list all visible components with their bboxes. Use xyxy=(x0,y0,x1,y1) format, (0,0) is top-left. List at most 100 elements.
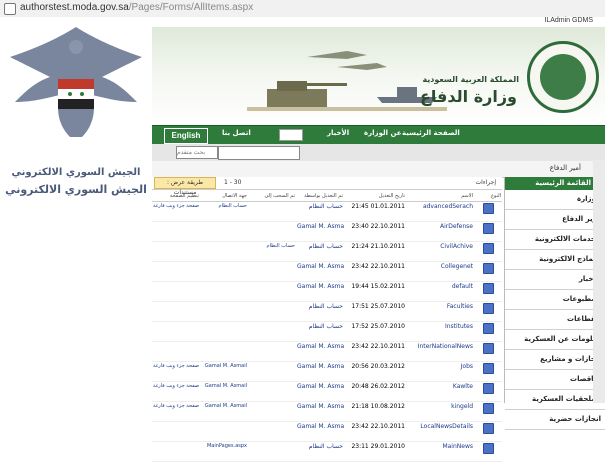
cell-by: حساب النظام xyxy=(296,321,344,342)
logo-caption-arc: الجيش السوري الالكتروني xyxy=(11,167,141,178)
nav-news[interactable]: الأخبار xyxy=(327,129,349,137)
english-button[interactable]: English xyxy=(164,128,208,144)
cell-date: 19:44 15.02.2011 xyxy=(344,281,406,302)
cell-date: 23:42 22.10.2011 xyxy=(344,341,406,362)
table-row[interactable]: صفحة جزء ويب فارغة Gamal M. Asmail Gamal M… xyxy=(152,381,502,402)
cell-name[interactable]: AirDefense xyxy=(406,221,474,242)
menu-item[interactable]: معلومات عن العسكرية xyxy=(505,330,605,350)
cell-type xyxy=(474,321,502,342)
cell-checked xyxy=(248,221,296,242)
eagle-emblem-icon xyxy=(10,27,142,137)
nav-search-box[interactable] xyxy=(279,129,303,141)
table-row[interactable]: Gamal M. Asmail 23:42 22.10.2011 LocalNews… xyxy=(152,421,502,442)
cell-name[interactable]: default xyxy=(406,281,474,302)
page-title: وزارة الدفاع xyxy=(419,87,517,106)
cell-by: حساب النظام xyxy=(296,301,344,322)
cell-by: حساب النظام xyxy=(296,201,344,222)
menu-item[interactable]: انجازات حضرية xyxy=(505,410,605,430)
menu-item[interactable]: المطبوعات xyxy=(505,290,605,310)
cell-by: حساب النظام xyxy=(296,241,344,262)
cell-by: Gamal M. Asmail xyxy=(296,381,344,402)
menu-item[interactable]: الأخبار xyxy=(505,270,605,290)
cell-date: 20:56 20.03.2012 xyxy=(344,361,406,382)
cell-layout xyxy=(152,281,200,302)
cell-name[interactable]: CivilAchive xyxy=(406,241,474,262)
table-row[interactable]: صفحة جزء ويب فارغة Gamal M. Asmail Gamal M… xyxy=(152,401,502,422)
nav-home[interactable]: الصفحة الرئيسية xyxy=(402,129,460,137)
menu-item[interactable]: وزير الدفاع xyxy=(505,210,605,230)
header-banner: المملكة العربية السعودية وزارة الدفاع xyxy=(152,27,605,125)
nav-contact[interactable]: اتصل بنا xyxy=(222,129,251,137)
table-row[interactable]: Gamal M. Asmail 23:42 22.10.2011 InterNati… xyxy=(152,341,502,362)
cell-type xyxy=(474,301,502,322)
menu-item[interactable]: النماذج الالكترونية xyxy=(505,250,605,270)
table-row[interactable]: حساب النظام 17:52 25.07.2010 Institutes xyxy=(152,321,502,342)
menu-item[interactable]: الوزارة xyxy=(505,190,605,210)
table-row[interactable]: صفحة جزء ويب فارغة Gamal M. Asmail Gamal M… xyxy=(152,361,502,382)
search-field[interactable] xyxy=(218,146,300,160)
cell-name[interactable]: advancedSerach xyxy=(406,201,474,222)
cell-name[interactable]: Kawlte xyxy=(406,381,474,402)
menu-item[interactable]: الملحقيات العسكرية xyxy=(505,390,605,410)
menu-item[interactable]: الخدمات الالكترونية xyxy=(505,230,605,250)
cell-contact xyxy=(200,241,248,262)
cell-name[interactable]: MainNews xyxy=(406,441,474,462)
table-row[interactable]: Gamal M. Asmail 23:40 22.10.2011 AirDefens… xyxy=(152,221,502,242)
menu-heading: القائمة الرئيسية xyxy=(505,177,605,190)
column-header[interactable]: تاريخ التعديل xyxy=(344,190,406,202)
search-input[interactable] xyxy=(176,146,218,159)
paging[interactable]: 1 - 30 xyxy=(224,179,241,186)
table-row[interactable]: حساب النظام حساب النظام 21:24 21.10.2011 Ci… xyxy=(152,241,502,262)
kingdom-subtitle: المملكة العربية السعودية xyxy=(422,75,519,84)
cell-name[interactable]: InterNationalNews xyxy=(406,341,474,362)
cell-type xyxy=(474,201,502,222)
breadcrumb-bar: أمير الدفاع « xyxy=(152,161,605,178)
breadcrumb[interactable]: أمير الدفاع xyxy=(550,164,581,172)
column-header[interactable]: تم التعديل بواسطة xyxy=(296,190,344,202)
menu-item[interactable]: القطاعات xyxy=(505,310,605,330)
sea-logo: الجيش السوري الالكتروني الجيش السوري الا… xyxy=(0,17,152,403)
cell-by: Gamal M. Asmail xyxy=(296,221,344,242)
cell-name[interactable]: LocalNewsDetails xyxy=(406,421,474,442)
scrollbar[interactable] xyxy=(593,160,605,403)
list-toolbar: طريقة عرض : مستندات 1 - 30 إجراءات xyxy=(152,177,502,196)
cell-name[interactable]: Jobs xyxy=(406,361,474,382)
table-row[interactable]: حساب النظام 17:51 25.07.2010 Faculties xyxy=(152,301,502,322)
column-header[interactable]: الاسم xyxy=(406,190,474,202)
cell-date: 23:42 22.10.2011 xyxy=(344,261,406,282)
table-row[interactable]: Gamal M. Asmail 23:42 22.10.2011 Collegene… xyxy=(152,261,502,282)
cell-name[interactable]: Faculties xyxy=(406,301,474,322)
user-name[interactable]: ILAdmin GDMS xyxy=(544,17,593,24)
cell-name[interactable]: kingeld xyxy=(406,401,474,422)
table-row[interactable]: Gamal M. Asmail 19:44 15.02.2011 default xyxy=(152,281,502,302)
cell-by: Gamal M. Asmail xyxy=(296,341,344,362)
nav-about[interactable]: عن الوزارة xyxy=(364,129,402,137)
cell-checked xyxy=(248,381,296,402)
address-bar[interactable]: authorstest.moda.gov.sa/Pages/Forms/AllI… xyxy=(0,0,605,18)
cell-contact: Gamal M. Asmail xyxy=(200,381,248,402)
url-text[interactable]: authorstest.moda.gov.sa/Pages/Forms/AllI… xyxy=(20,2,253,13)
sharepoint-page: ILAdmin GDMS المملكة العربية السعودية وز… xyxy=(152,17,605,462)
table-row[interactable]: MainPages.aspx حساب النظام 23:11 29.01.201… xyxy=(152,441,502,462)
page-file-icon xyxy=(482,303,494,314)
actions-menu[interactable]: إجراءات xyxy=(476,179,497,186)
cell-date: 17:51 25.07.2010 xyxy=(344,301,406,322)
document-library: طريقة عرض : مستندات 1 - 30 إجراءات تنظيم… xyxy=(152,177,502,462)
cell-contact xyxy=(200,221,248,242)
column-header[interactable]: النوع xyxy=(474,190,502,202)
table-row[interactable]: صفحة جزء ويب فارغة حساب النظام حساب النظام… xyxy=(152,201,502,222)
cell-layout xyxy=(152,301,200,322)
menu-item[interactable]: مناقصات xyxy=(505,370,605,390)
page-file-icon xyxy=(482,243,494,254)
column-header[interactable]: جهة الاتصال xyxy=(200,190,248,202)
cell-by: Gamal M. Asmail xyxy=(296,281,344,302)
cell-by: Gamal M. Asmail xyxy=(296,421,344,442)
cell-contact xyxy=(200,281,248,302)
column-header[interactable]: تم السحب إلى xyxy=(248,190,296,202)
menu-item[interactable]: انجازات و مشاريع xyxy=(505,350,605,370)
cell-name[interactable]: Collegenet xyxy=(406,261,474,282)
cell-contact: حساب النظام xyxy=(200,201,248,222)
documents-table: تنظيم الصفحةجهة الاتصالتم السحب إلىتم ال… xyxy=(152,190,502,462)
view-selector[interactable]: طريقة عرض : مستندات xyxy=(154,177,216,196)
cell-name[interactable]: Institutes xyxy=(406,321,474,342)
